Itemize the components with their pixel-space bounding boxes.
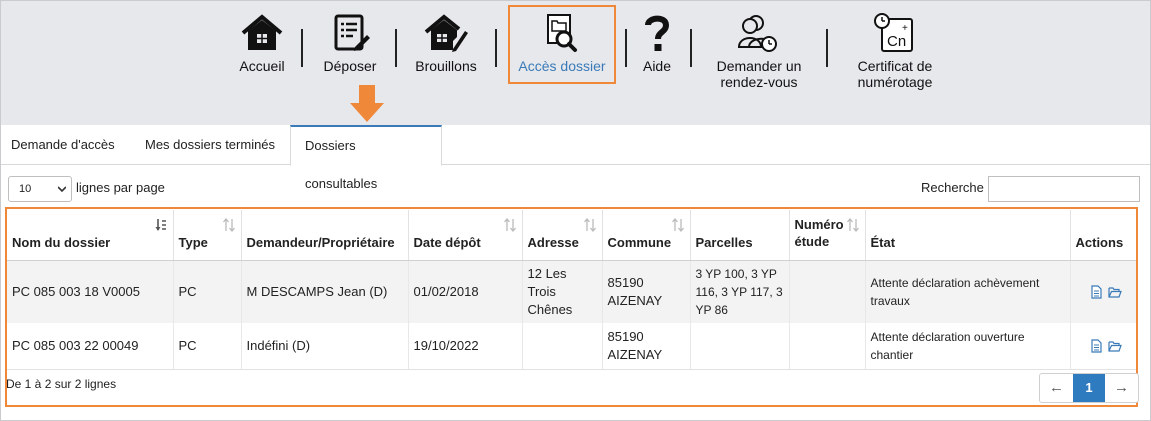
per-page-label: lignes par page [76, 180, 165, 195]
nav-brouillons[interactable]: Brouillons [410, 1, 482, 125]
nav-rendez-vous[interactable]: Demander un rendez-vous [703, 1, 815, 125]
column-header-demandeur[interactable]: Demandeur/Propriétaire [241, 210, 409, 261]
cell-adresse: 12 Les Trois Chênes [522, 260, 603, 323]
edit-document-icon [334, 14, 370, 51]
cell-etat: Attente déclaration ouverture chantier [865, 323, 1071, 370]
cell-date: 19/10/2022 [408, 323, 523, 370]
table-info: De 1 à 2 sur 2 lignes [6, 377, 117, 391]
nav-divider [395, 29, 397, 67]
cell-nom: PC 085 003 22 00049 [7, 323, 174, 370]
cell-parcelles: 3 YP 100, 3 YP 116, 3 YP 117, 3 YP 86 [690, 260, 790, 323]
user-clock-icon [737, 15, 777, 52]
nav-accueil[interactable]: Accueil [233, 1, 291, 125]
search-label: Recherche [921, 180, 984, 195]
folder-open-icon[interactable] [1108, 339, 1122, 353]
nav-certificat[interactable]: Cn + Certificat de numérotage [841, 1, 949, 125]
cell-nom: PC 085 003 18 V0005 [7, 260, 174, 323]
column-header-adresse[interactable]: Adresse [522, 210, 603, 261]
nav-divider [301, 29, 303, 67]
cell-demandeur: M DESCAMPS Jean (D) [241, 260, 409, 323]
column-header-type[interactable]: Type [173, 210, 242, 261]
tab-dossiers-consultables[interactable]: Dossiers consultables [290, 125, 442, 191]
column-header-numero[interactable]: Numéro étude [789, 210, 866, 261]
nav-label: Accueil [239, 58, 285, 74]
arrow-down-icon [350, 85, 384, 122]
dossiers-table: Nom du dossier Type Demandeur/Propriétai… [7, 210, 1136, 370]
search-input[interactable] [988, 176, 1140, 202]
next-page-button[interactable]: → [1105, 374, 1138, 402]
nav-divider [690, 29, 692, 67]
column-header-commune[interactable]: Commune [602, 210, 691, 261]
nav-divider [495, 29, 497, 67]
cell-demandeur: Indéfini (D) [241, 323, 409, 370]
nav-aide[interactable]: Aide [637, 1, 677, 125]
nav-label: Aide [642, 58, 672, 74]
svg-text:+: + [902, 23, 908, 34]
sort-active-icon [155, 219, 166, 231]
cell-parcelles [690, 323, 790, 370]
nav-label: Brouillons [415, 58, 477, 74]
sort-icon [503, 218, 516, 232]
nav-divider [826, 29, 828, 67]
cell-numero [789, 260, 866, 323]
table-row[interactable]: PC 085 003 22 00049 PC Indéfini (D) 19/1… [7, 323, 1136, 370]
table-header-row: Nom du dossier Type Demandeur/Propriétai… [7, 210, 1136, 261]
home-icon [241, 14, 283, 50]
page-size-value: 10 [19, 183, 32, 195]
cell-numero [789, 323, 866, 370]
certificate-clock-icon: Cn + [874, 13, 913, 52]
cell-actions [1070, 323, 1136, 370]
column-header-parcelles[interactable]: Parcelles [690, 210, 790, 261]
document-icon[interactable] [1089, 285, 1103, 299]
svg-text:Cn: Cn [887, 33, 906, 50]
cell-commune: 85190 AIZENAY [602, 323, 691, 370]
question-icon [645, 15, 670, 51]
tab-demande-acces[interactable]: Demande d'accès [1, 125, 125, 165]
nav-label: Déposer [323, 58, 377, 74]
sort-icon [846, 218, 859, 232]
pagination: ← 1 → [1039, 373, 1139, 403]
cell-type: PC [173, 323, 242, 370]
cell-adresse [522, 323, 603, 370]
page-size-select[interactable]: 10 [8, 176, 72, 202]
active-nav-highlight [508, 5, 616, 84]
cell-type: PC [173, 260, 242, 323]
column-header-date[interactable]: Date dépôt [408, 210, 523, 261]
sort-icon [222, 218, 235, 232]
top-navigation: Accueil Déposer Brouillons Accès dossier… [1, 1, 1150, 125]
previous-page-button[interactable]: ← [1040, 374, 1073, 402]
tab-bar: Demande d'accès Mes dossiers terminés Do… [1, 125, 1150, 191]
page-1-button[interactable]: 1 [1073, 374, 1105, 402]
sort-icon [583, 218, 596, 232]
column-header-nom[interactable]: Nom du dossier [7, 210, 174, 261]
cell-date: 01/02/2018 [408, 260, 523, 323]
tab-dossiers-termines[interactable]: Mes dossiers terminés [135, 125, 285, 165]
cell-actions [1070, 260, 1136, 323]
table-row[interactable]: PC 085 003 18 V0005 PC M DESCAMPS Jean (… [7, 260, 1136, 323]
document-icon[interactable] [1089, 339, 1103, 353]
cell-commune: 85190 AIZENAY [602, 260, 691, 323]
draft-house-icon [424, 14, 468, 52]
nav-label: Demander un rendez-vous [716, 58, 802, 90]
nav-divider [625, 29, 627, 67]
folder-open-icon[interactable] [1108, 285, 1122, 299]
nav-label: Certificat de numérotage [857, 58, 933, 90]
sort-icon [671, 218, 684, 232]
cell-etat: Attente déclaration achèvement travaux [865, 260, 1071, 323]
column-header-actions: Actions [1070, 210, 1136, 261]
chevron-down-icon [58, 186, 66, 193]
column-header-etat[interactable]: État [865, 210, 1071, 261]
